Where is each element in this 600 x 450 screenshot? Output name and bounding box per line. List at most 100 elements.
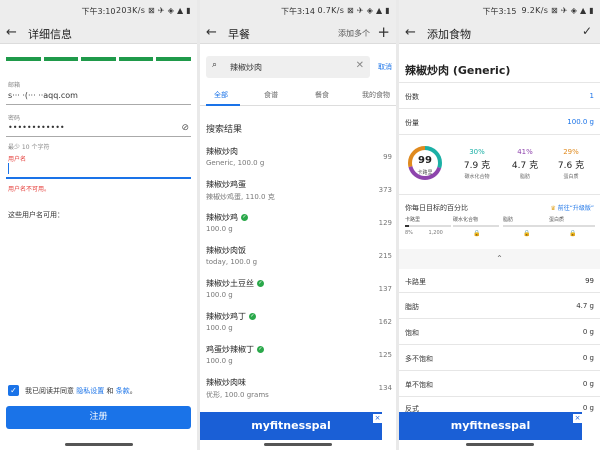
nutrient-value: 0 g	[582, 328, 594, 336]
password-hint: 最少 10 个字符	[8, 144, 50, 151]
ad-close-icon[interactable]: ×	[573, 414, 582, 423]
cancel-button[interactable]: 取消	[378, 62, 392, 72]
food-calories: 373	[378, 186, 392, 194]
home-indicator[interactable]	[64, 443, 133, 446]
macro-label: 脂肪	[519, 174, 530, 180]
list-item[interactable]: 鸡蛋炒辣椒丁 ✓ 100.0 g 125	[206, 344, 392, 378]
collapse-chevron-icon[interactable]: ⌃	[399, 249, 600, 269]
nutrient-label: 单不饱和	[405, 381, 433, 389]
lock-icon: 🔒	[473, 230, 481, 237]
status-indicators: 0.7K/s ⊠ ✈ ◈ ▲ ▮	[317, 6, 390, 15]
password-field[interactable]: ••••••••••••	[8, 123, 65, 132]
goal-bar	[405, 225, 451, 227]
terms-link[interactable]: 条款	[116, 387, 130, 395]
serving-size-value[interactable]: 100.0 g	[567, 118, 594, 126]
goal-bar	[503, 225, 549, 227]
status-indicators: 9.2K/s ⊠ ✈ ◈ ▲ ▮	[521, 6, 594, 15]
results-heading: 搜索结果	[206, 125, 243, 135]
premium-link[interactable]: ♛ 前往“升级版”	[550, 203, 594, 212]
nutrient-label: 脂肪	[405, 303, 419, 311]
nutrient-label: 多不饱和	[405, 355, 433, 363]
goal-total: 1,200	[428, 230, 443, 236]
goal-bar-fill	[405, 225, 409, 227]
back-arrow-icon[interactable]: ←	[206, 25, 217, 40]
macro-pct: 29%	[563, 148, 579, 156]
back-arrow-icon[interactable]: ←	[6, 25, 17, 40]
confirm-check-icon[interactable]: ✓	[582, 24, 592, 38]
tab-meals[interactable]: 餐食	[315, 90, 329, 100]
nutrient-row: 多不饱和 0 g	[405, 354, 594, 364]
goal-label: 碳水化合物	[453, 217, 479, 223]
food-serving: 辣椒炒鸡蛋, 110.0 克	[206, 193, 275, 201]
status-bar: 下午3:14 0.7K/s ⊠ ✈ ◈ ▲ ▮	[200, 0, 396, 22]
email-field[interactable]: s··· ·(··· ··aqq.com	[8, 91, 78, 100]
list-item[interactable]: 辣椒炒鸡蛋 辣椒炒鸡蛋, 110.0 克 373	[206, 179, 392, 213]
food-serving: Generic, 100.0 g	[206, 159, 265, 167]
goal-protein: 蛋白质 🔒	[549, 216, 595, 237]
nutrient-value: 0 g	[582, 380, 594, 388]
verified-check-icon: ✓	[249, 313, 256, 320]
search-input[interactable]: 辣椒炒肉	[230, 62, 262, 73]
food-calories: 99	[383, 153, 392, 161]
servings-value[interactable]: 1	[590, 92, 594, 100]
list-item[interactable]: 辣椒炒鸡 ✓ 100.0 g 129	[206, 212, 392, 246]
goal-pct: 8%	[405, 230, 413, 236]
privacy-link[interactable]: 隐私设置	[76, 387, 104, 395]
search-icon: ⌕	[212, 60, 218, 70]
food-name: 辣椒炒肉	[206, 147, 238, 156]
food-name: 辣椒炒肉味	[206, 378, 246, 387]
page-title: 添加食物	[427, 28, 471, 41]
email-label: 邮箱	[8, 82, 21, 89]
serving-size-row[interactable]: 份量 100.0 g	[405, 118, 594, 128]
list-item[interactable]: 辣椒炒肉味 优形, 100.0 grams 134	[206, 377, 392, 411]
home-indicator[interactable]	[465, 443, 534, 446]
divider	[399, 194, 600, 195]
serving-size-label: 份量	[405, 119, 419, 127]
clear-icon[interactable]: ✕	[356, 60, 364, 71]
food-serving: 优形, 100.0 grams	[206, 391, 269, 399]
divider	[399, 344, 600, 345]
plus-icon[interactable]: +	[377, 23, 390, 41]
food-name: 鸡蛋炒辣椒丁	[206, 345, 254, 354]
goal-calories: 卡路里 8% 1,200	[405, 216, 451, 236]
verified-check-icon: ✓	[241, 214, 248, 221]
lock-icon: 🔒	[569, 230, 577, 237]
macro-amount: 4.7 克	[511, 161, 539, 171]
tab-recipes[interactable]: 食谱	[264, 90, 278, 100]
food-title: 辣椒炒肉 (Generic)	[405, 64, 511, 77]
food-name: 辣椒炒鸡蛋	[206, 180, 246, 189]
goal-bar	[453, 225, 499, 227]
list-item[interactable]: 辣椒炒鸡丁 ✓ 100.0 g 162	[206, 311, 392, 345]
ad-banner[interactable]: myfitnesspal	[399, 412, 582, 440]
tab-my-foods[interactable]: 我的食物	[362, 90, 390, 100]
back-arrow-icon[interactable]: ←	[405, 25, 416, 40]
username-field[interactable]	[6, 177, 191, 179]
food-calories: 134	[378, 384, 392, 392]
list-item[interactable]: 辣椒炒肉饭 today, 100.0 g 215	[206, 245, 392, 279]
consent-checkbox[interactable]: ✓	[8, 385, 19, 396]
daily-goal-heading: 你每日目标的百分比	[405, 204, 468, 212]
list-item[interactable]: 辣椒炒肉 Generic, 100.0 g 99	[206, 146, 392, 180]
calories-value: 99	[418, 155, 432, 166]
goal-fat: 脂肪 🔒	[503, 216, 549, 237]
macro-label: 碳水化合物	[464, 174, 490, 180]
search-box[interactable]: ⌕ 辣椒炒肉 ✕	[206, 56, 370, 78]
consent-row: ✓ 我已阅读并同意 隐私设置 和 条款。	[8, 385, 137, 396]
add-multiple-button[interactable]: 添加多个	[338, 28, 370, 39]
consent-suffix: 。	[129, 386, 137, 395]
list-item[interactable]: 辣椒炒土豆丝 ✓ 100.0 g 137	[206, 278, 392, 312]
home-indicator[interactable]	[264, 443, 332, 446]
breakfast-search-screen: 下午3:14 0.7K/s ⊠ ✈ ◈ ▲ ▮ ← 早餐 添加多个 + ⌕ 辣椒…	[200, 0, 396, 450]
register-button[interactable]: 注册	[6, 406, 191, 429]
ad-banner[interactable]: myfitnesspal	[200, 412, 382, 440]
ad-close-icon[interactable]: ×	[373, 414, 382, 423]
goal-bar	[549, 225, 595, 227]
macro-pct: 41%	[517, 148, 533, 156]
servings-row[interactable]: 份数 1	[405, 92, 594, 102]
add-food-screen: 下午3:15 9.2K/s ⊠ ✈ ◈ ▲ ▮ ← 添加食物 ✓ 辣椒炒肉 (G…	[399, 0, 600, 450]
password-label: 密码	[8, 115, 21, 122]
tab-all[interactable]: 全部	[214, 90, 228, 100]
visibility-off-icon[interactable]: ⊘	[181, 123, 189, 133]
nutrient-value: 0 g	[582, 354, 594, 362]
consent-prefix: 我已阅读并同意	[25, 386, 74, 395]
